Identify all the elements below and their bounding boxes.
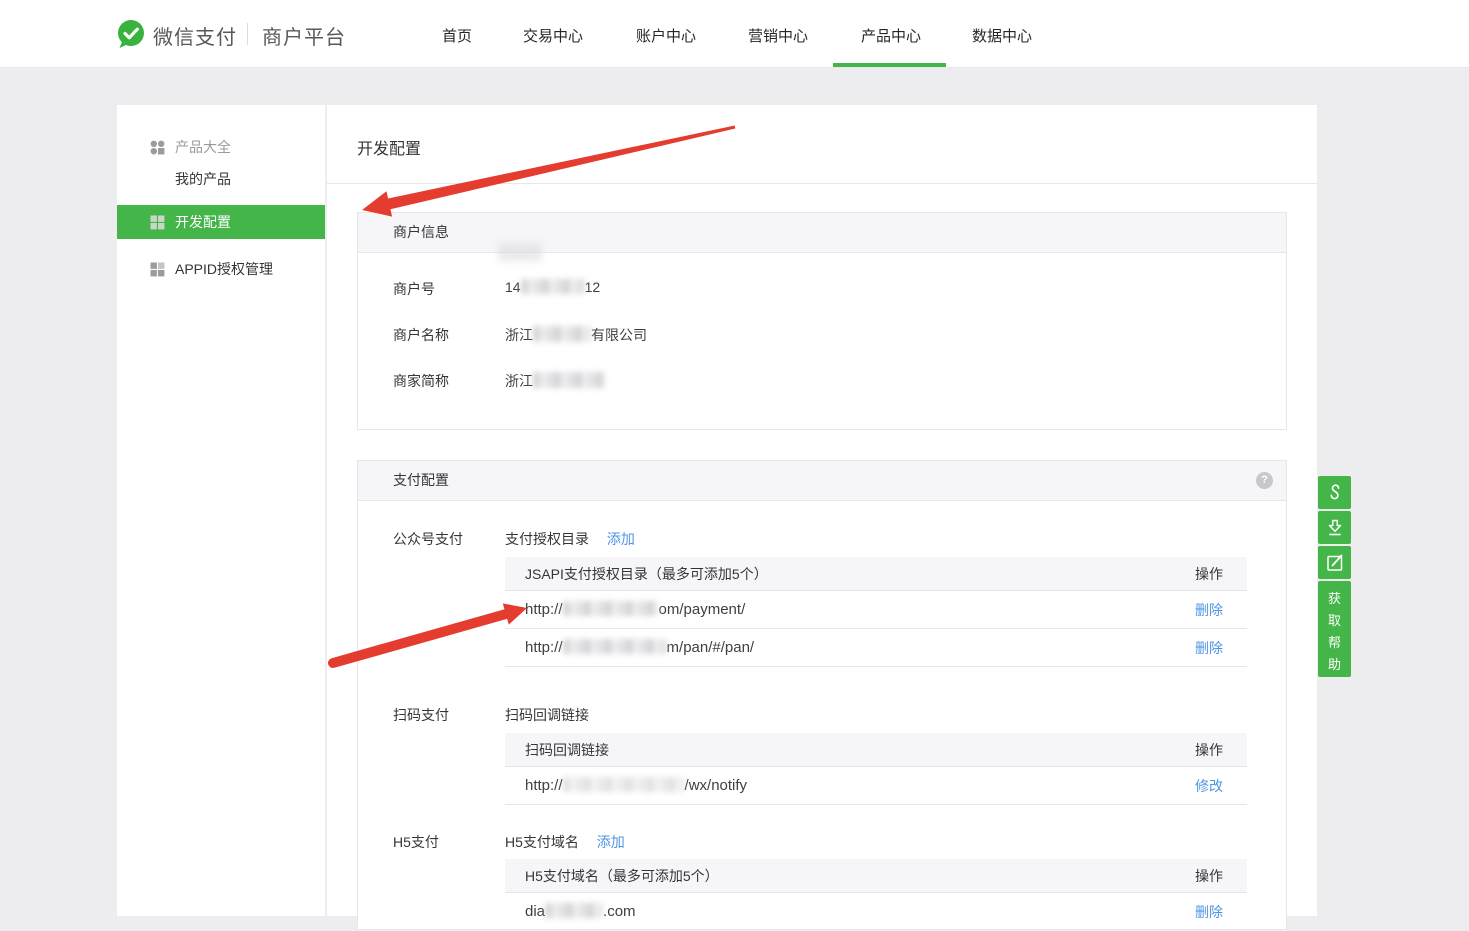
table-header-label: JSAPI支付授权目录（最多可添加5个）	[525, 566, 768, 582]
table-op-header: 操作	[1195, 733, 1223, 767]
table-op-header: 操作	[1195, 859, 1223, 893]
floating-toolbar: 获取帮助	[1318, 476, 1351, 677]
redacted-smudge	[498, 243, 542, 261]
merchant-name-label: 商户名称	[393, 325, 449, 345]
table-header-label: H5支付域名（最多可添加5个）	[525, 868, 719, 884]
brand-name: 微信支付	[153, 21, 237, 50]
table-header-label: 扫码回调链接	[525, 742, 609, 758]
h5-domain-table: H5支付域名（最多可添加5个） 操作 dia .com 删除	[505, 859, 1247, 931]
main-content: 开发配置 商户信息 商户号 1412 商户名称 浙江有限公司 商家简称 浙江 支…	[327, 105, 1317, 916]
payment-config-panel: 支付配置 ? 公众号支付 支付授权目录 添加 JSAPI支付授权目录（最多可添加…	[357, 460, 1287, 930]
sidebar-item-label: 产品大全	[175, 132, 231, 163]
url-visible-part: http://	[525, 639, 563, 656]
get-help-label: 获取帮助	[1327, 588, 1342, 676]
sidebar: 产品大全 我的产品 开发配置 APPID授权管理	[117, 105, 325, 916]
scan-callback-label: 扫码回调链接	[505, 705, 589, 725]
sidebar-item-label: 开发配置	[175, 205, 231, 239]
nav-item-marketing[interactable]: 营销中心	[748, 25, 808, 46]
sidebar-item-appid-auth[interactable]: APPID授权管理	[117, 254, 325, 285]
nav-item-product[interactable]: 产品中心	[861, 25, 921, 46]
value-visible-part: 浙江	[505, 373, 533, 389]
merchant-shortname-value: 浙江	[505, 371, 605, 391]
table-row: http:// m/pan/#/pan/ 删除	[505, 629, 1247, 667]
url-visible-part: http://	[525, 777, 563, 794]
delete-link[interactable]: 删除	[1195, 893, 1223, 931]
brand-portal-title: 商户平台	[262, 21, 346, 50]
table-row: http:// om/payment/ 删除	[505, 591, 1247, 629]
value-visible-part: 12	[585, 279, 601, 295]
sidebar-item-product-catalog[interactable]: 产品大全	[117, 132, 325, 163]
table-row: http:// /wx/notify 修改	[505, 767, 1247, 805]
url-visible-part: http://	[525, 601, 563, 618]
merchant-id-value: 14 12	[505, 279, 600, 295]
redacted-blur	[533, 372, 605, 388]
add-auth-dir-link[interactable]: 添加	[607, 531, 635, 547]
url-visible-part: /wx/notify	[685, 777, 748, 794]
wechat-pay-logo-icon	[115, 18, 147, 50]
url-visible-part: dia	[525, 903, 545, 920]
h5-domain-label: H5支付域名 添加	[505, 832, 625, 852]
table-header-row: H5支付域名（最多可添加5个） 操作	[505, 859, 1247, 893]
add-h5-domain-link[interactable]: 添加	[597, 834, 625, 850]
merchant-info-panel: 商户信息 商户号 1412 商户名称 浙江有限公司 商家简称 浙江	[357, 212, 1287, 430]
page-title: 开发配置	[357, 135, 421, 159]
table-header-row: 扫码回调链接 操作	[505, 733, 1247, 767]
redacted-blur	[533, 326, 591, 342]
sidebar-item-dev-config[interactable]: 开发配置	[117, 205, 325, 239]
active-tab-underline	[833, 63, 946, 67]
nav-item-home[interactable]: 首页	[442, 25, 472, 46]
get-help-button[interactable]: 获取帮助	[1318, 581, 1351, 677]
link-icon[interactable]	[1318, 476, 1351, 509]
nav-item-account[interactable]: 账户中心	[636, 25, 696, 46]
table-row: dia .com 删除	[505, 893, 1247, 931]
jsapi-pay-label: 公众号支付	[393, 529, 463, 549]
value-visible-part: 有限公司	[591, 327, 647, 343]
merchant-id-label: 商户号	[393, 279, 435, 299]
title-divider	[327, 183, 1317, 184]
sidebar-item-my-products[interactable]: 我的产品	[117, 164, 325, 195]
h5-pay-label: H5支付	[393, 832, 439, 852]
edit-icon[interactable]	[1318, 546, 1351, 579]
native-pay-label: 扫码支付	[393, 705, 449, 725]
scan-callback-table: 扫码回调链接 操作 http:// /wx/notify 修改	[505, 733, 1247, 805]
merchant-shortname-label: 商家简称	[393, 371, 449, 391]
grid-icon	[150, 262, 165, 277]
question-mark-icon[interactable]: ?	[1256, 472, 1273, 489]
jsapi-auth-dir-table: JSAPI支付授权目录（最多可添加5个） 操作 http:// om/paymen…	[505, 557, 1247, 667]
url-visible-part: om/payment/	[659, 601, 746, 618]
url-visible-part: .com	[603, 903, 636, 920]
grid-icon	[150, 140, 165, 155]
sidebar-item-label: 我的产品	[175, 164, 231, 195]
payment-config-panel-header: 支付配置 ?	[358, 461, 1286, 501]
grid-icon	[150, 215, 165, 230]
value-visible-part: 14	[505, 279, 521, 295]
url-visible-part: m/pan/#/pan/	[667, 639, 755, 656]
nav-item-trade[interactable]: 交易中心	[523, 25, 583, 46]
top-header: 微信支付 商户平台 首页 交易中心 账户中心 营销中心 产品中心 数据中心	[0, 0, 1469, 68]
delete-link[interactable]: 删除	[1195, 591, 1223, 629]
download-icon[interactable]	[1318, 511, 1351, 544]
delete-link[interactable]: 删除	[1195, 629, 1223, 667]
jsapi-auth-dir-label: 支付授权目录 添加	[505, 529, 635, 549]
panel-title: 支付配置	[393, 472, 449, 488]
redacted-blur	[521, 279, 585, 294]
table-header-row: JSAPI支付授权目录（最多可添加5个） 操作	[505, 557, 1247, 591]
section-sub-label: H5支付域名	[505, 834, 579, 850]
redacted-blur	[563, 639, 667, 654]
modify-link[interactable]: 修改	[1195, 767, 1223, 805]
table-op-header: 操作	[1195, 557, 1223, 591]
brand-separator	[247, 23, 248, 45]
redacted-blur	[563, 777, 685, 792]
merchant-name-value: 浙江 有限公司	[505, 325, 647, 345]
section-sub-label: 扫码回调链接	[505, 707, 589, 723]
section-sub-label: 支付授权目录	[505, 531, 589, 547]
nav-item-data[interactable]: 数据中心	[972, 25, 1032, 46]
value-visible-part: 浙江	[505, 327, 533, 343]
sidebar-item-label: APPID授权管理	[175, 254, 273, 285]
redacted-blur	[563, 601, 659, 616]
